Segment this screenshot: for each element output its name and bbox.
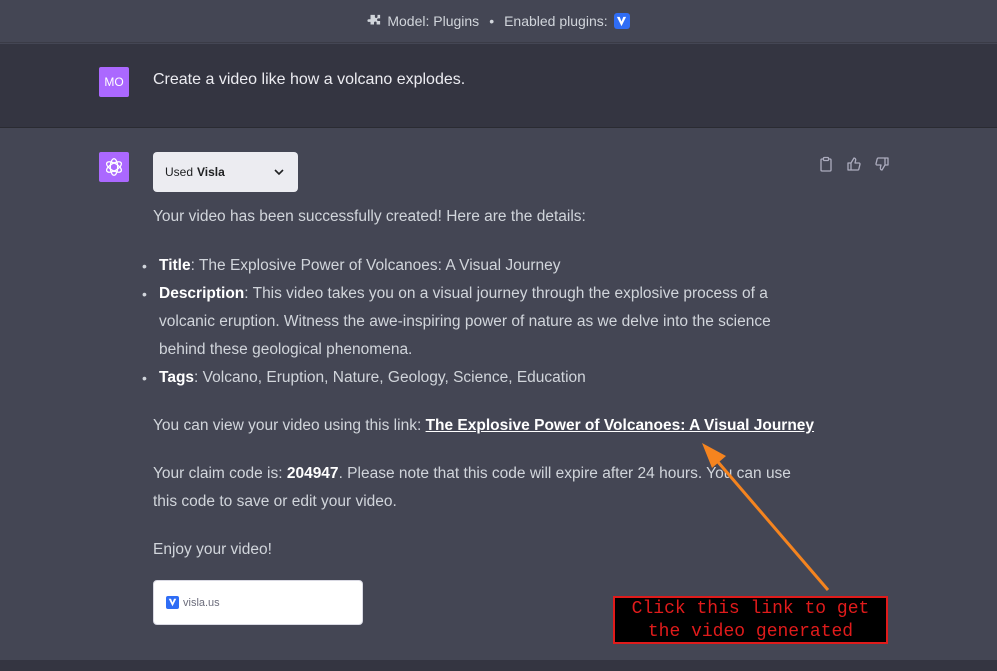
- detail-value-title: : The Explosive Power of Volcanoes: A Vi…: [190, 257, 561, 274]
- thumbs-up-icon[interactable]: [846, 156, 862, 172]
- details-list: Title: The Explosive Power of Volcanoes:…: [142, 252, 802, 392]
- detail-value-description: : This video takes you on a visual journ…: [159, 285, 771, 358]
- claim-code: 204947: [286, 465, 339, 482]
- claim-prefix: Your claim code is:: [153, 465, 287, 482]
- detail-value-tags: : Volcano, Eruption, Nature, Geology, Sc…: [194, 369, 586, 386]
- user-message-text: Create a video like how a volcano explod…: [153, 71, 466, 88]
- detail-key-description: Description: [159, 285, 245, 302]
- openai-logo-icon: [99, 152, 129, 182]
- outro-text: Enjoy your video!: [153, 541, 272, 558]
- callout-line-1: Click this link to get: [631, 599, 870, 619]
- thumbs-down-icon[interactable]: [874, 156, 890, 172]
- visla-icon[interactable]: [613, 13, 630, 29]
- list-item: Description: This video takes you on a v…: [142, 280, 782, 364]
- claim-paragraph: Your claim code is: 204947. Please note …: [153, 460, 813, 516]
- link-paragraph: You can view your video using this link:…: [153, 412, 814, 440]
- detail-key-tags: Tags: [159, 369, 195, 386]
- intro-text: Your video has been successfully created…: [153, 208, 586, 225]
- annotation-callout: Click this link to get the video generat…: [613, 596, 888, 644]
- clipboard-icon[interactable]: [818, 156, 834, 172]
- user-message-row: MO Create a video like how a volcano exp…: [0, 44, 997, 128]
- visla-icon: [166, 596, 179, 609]
- used-plugin-dropdown[interactable]: Used Visla: [153, 152, 298, 192]
- card-label: visla.us: [183, 596, 220, 609]
- callout-line-2: the video generated: [647, 622, 854, 642]
- video-link[interactable]: The Explosive Power of Volcanoes: A Visu…: [426, 417, 814, 434]
- chevron-down-icon: [274, 169, 284, 176]
- used-plugin-prefix: Used: [165, 165, 194, 179]
- list-item: Tags: Volcano, Eruption, Nature, Geology…: [142, 364, 802, 392]
- bottom-strip: [0, 660, 997, 671]
- puzzle-icon: [367, 14, 381, 25]
- model-label: Model: Plugins: [387, 13, 480, 29]
- used-plugin-name: Visla: [197, 165, 225, 179]
- user-avatar: MO: [99, 67, 129, 97]
- list-item: Title: The Explosive Power of Volcanoes:…: [142, 252, 802, 280]
- detail-key-title: Title: [159, 257, 191, 274]
- separator-dot: •: [489, 13, 495, 29]
- message-actions: [818, 156, 890, 172]
- visla-link-card[interactable]: visla.us: [153, 580, 363, 625]
- enabled-plugins-label: Enabled plugins:: [504, 13, 608, 29]
- link-prefix: You can view your video using this link:: [153, 417, 426, 434]
- model-bar: Model: Plugins • Enabled plugins:: [0, 0, 997, 43]
